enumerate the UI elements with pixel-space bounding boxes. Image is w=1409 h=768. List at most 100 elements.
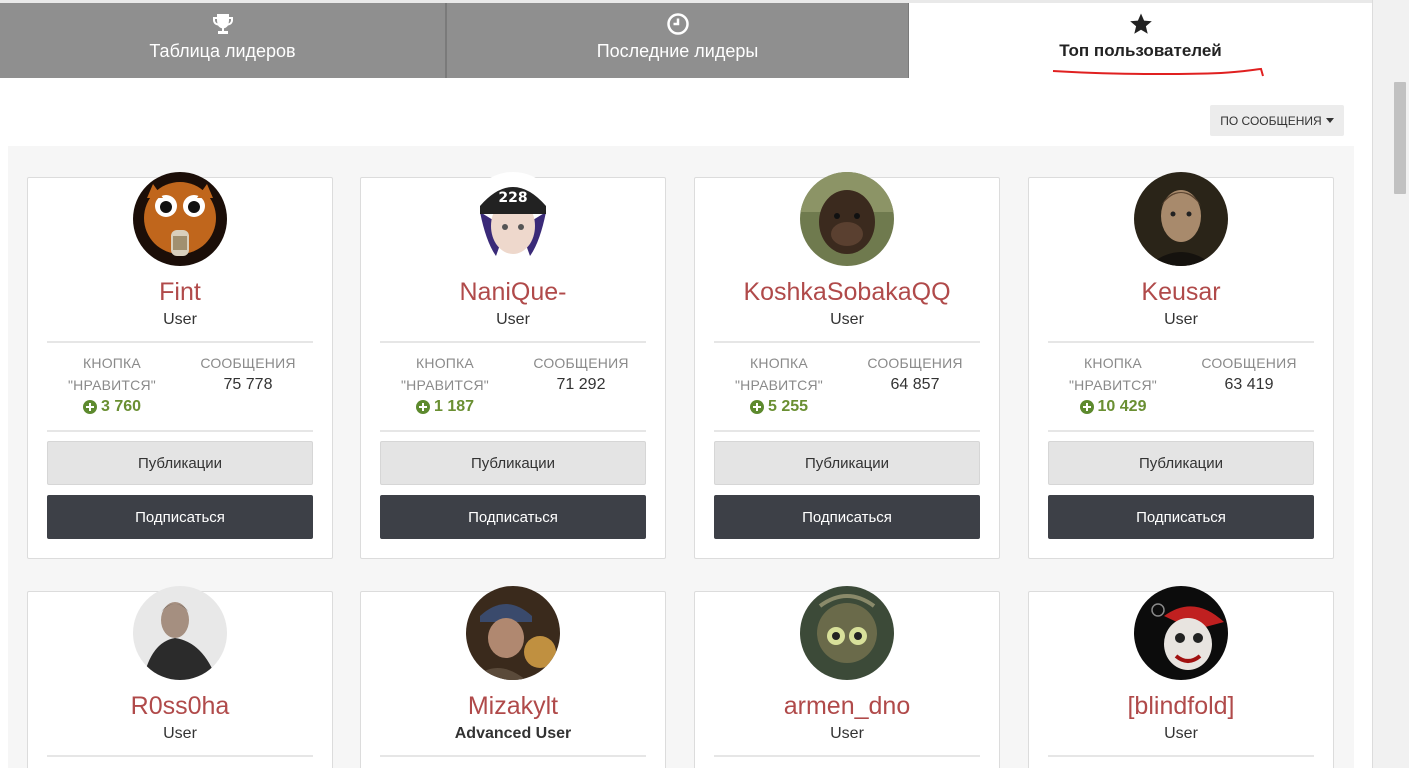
likes-count: 5 255: [767, 398, 809, 415]
divider: [47, 430, 313, 432]
username[interactable]: Mizakylt: [361, 692, 665, 721]
likes-label: КНОПКА: [1084, 355, 1142, 371]
likes-label: КНОПКА: [750, 355, 808, 371]
avatar[interactable]: 228: [466, 172, 560, 266]
tab-top-users[interactable]: Топ пользователей: [909, 3, 1372, 78]
clock-icon: [666, 13, 689, 35]
divider: [1048, 341, 1314, 343]
posts-count: 63 419: [1224, 376, 1274, 393]
divider: [1048, 755, 1314, 757]
posts-stat: СООБЩЕНИЯ 63 419: [1184, 352, 1314, 396]
vertical-scrollbar[interactable]: [1372, 0, 1409, 768]
user-role: User: [830, 725, 864, 742]
tab-label: Последние лидеры: [596, 41, 759, 61]
likes-count: 1 187: [433, 398, 475, 415]
likes-label: "НРАВИТСЯ": [735, 377, 823, 393]
user-role: User: [830, 311, 864, 328]
user-card: Keusar User КНОПКА "НРАВИТСЯ" 10 429 СОО…: [1028, 172, 1334, 559]
posts-count: 64 857: [890, 376, 940, 393]
likes-label: "НРАВИТСЯ": [68, 377, 156, 393]
tab-leaderboard[interactable]: Таблица лидеров: [0, 3, 447, 78]
sort-label: ПО СООБЩЕНИЯ: [1220, 113, 1322, 128]
user-card: armen_dno User: [694, 586, 1000, 768]
divider: [1048, 430, 1314, 432]
username[interactable]: R0ss0ha: [28, 692, 332, 721]
subscribe-button[interactable]: Подписаться: [714, 495, 980, 539]
username[interactable]: Keusar: [1029, 278, 1333, 307]
sort-dropdown-button[interactable]: ПО СООБЩЕНИЯ: [1210, 105, 1344, 136]
scrollbar-thumb[interactable]: [1394, 82, 1406, 194]
user-role: User: [1164, 311, 1198, 328]
subscribe-button[interactable]: Подписаться: [1048, 495, 1314, 539]
divider: [380, 755, 646, 757]
leaderboard-tabs: Таблица лидеров Последние лидеры Топ пол…: [0, 3, 1372, 78]
user-card: [blindfold] User: [1028, 586, 1334, 768]
scrollbar-border: [1372, 0, 1373, 768]
divider: [714, 430, 980, 432]
star-icon: [1129, 13, 1152, 34]
avatar[interactable]: [800, 172, 894, 266]
tab-label: Топ пользователей: [1059, 41, 1222, 60]
plus-circle-icon: [82, 400, 97, 414]
tab-label: Таблица лидеров: [149, 41, 296, 61]
divider: [380, 430, 646, 432]
likes-label: "НРАВИТСЯ": [401, 377, 489, 393]
svg-text:228: 228: [498, 190, 527, 206]
publications-button[interactable]: Публикации: [380, 441, 646, 485]
username[interactable]: KoshkaSobakaQQ: [695, 278, 999, 307]
user-role: User: [1164, 725, 1198, 742]
plus-circle-icon: [1079, 400, 1094, 414]
likes-count: 3 760: [100, 398, 142, 415]
likes-stat: КНОПКА "НРАВИТСЯ" 5 255: [714, 352, 844, 418]
publications-button[interactable]: Публикации: [47, 441, 313, 485]
user-card: 228 NaniQue- User КНОПКА "НРАВИТСЯ" 1 18…: [360, 172, 666, 559]
avatar[interactable]: [1134, 586, 1228, 680]
divider: [714, 341, 980, 343]
trophy-icon: [212, 14, 233, 34]
likes-stat: КНОПКА "НРАВИТСЯ" 3 760: [47, 352, 177, 418]
posts-count: 75 778: [223, 376, 273, 393]
user-card: R0ss0ha User: [27, 586, 333, 768]
user-role: Advanced User: [454, 725, 572, 742]
username[interactable]: NaniQue-: [361, 278, 665, 307]
publications-button[interactable]: Публикации: [714, 441, 980, 485]
divider: [47, 755, 313, 757]
posts-count: 71 292: [556, 376, 606, 393]
app-window: Таблица лидеров Последние лидеры Топ пол…: [0, 0, 1409, 768]
divider: [380, 341, 646, 343]
likes-count: 10 429: [1097, 398, 1147, 415]
user-card: KoshkaSobakaQQ User КНОПКА "НРАВИТСЯ" 5 …: [694, 172, 1000, 559]
plus-circle-icon: [749, 400, 764, 414]
red-underline-annotation: [1052, 67, 1264, 77]
posts-stat: СООБЩЕНИЯ 75 778: [183, 352, 313, 396]
likes-stat: КНОПКА "НРАВИТСЯ" 10 429: [1048, 352, 1178, 418]
caret-down-icon: [1325, 118, 1334, 123]
divider: [47, 341, 313, 343]
posts-label: СООБЩЕНИЯ: [867, 355, 963, 371]
username[interactable]: [blindfold]: [1029, 692, 1333, 721]
user-card: Fint User КНОПКА "НРАВИТСЯ" 3 760 СООБЩЕ…: [27, 172, 333, 559]
subscribe-button[interactable]: Подписаться: [47, 495, 313, 539]
posts-label: СООБЩЕНИЯ: [200, 355, 296, 371]
avatar[interactable]: [466, 586, 560, 680]
avatar[interactable]: [1134, 172, 1228, 266]
subscribe-button[interactable]: Подписаться: [380, 495, 646, 539]
avatar[interactable]: [133, 586, 227, 680]
posts-stat: СООБЩЕНИЯ 64 857: [850, 352, 980, 396]
likes-stat: КНОПКА "НРАВИТСЯ" 1 187: [380, 352, 510, 418]
tab-recent-leaders[interactable]: Последние лидеры: [447, 3, 909, 78]
user-card: Mizakylt Advanced User: [360, 586, 666, 768]
avatar[interactable]: [800, 586, 894, 680]
posts-stat: СООБЩЕНИЯ 71 292: [516, 352, 646, 396]
username[interactable]: armen_dno: [695, 692, 999, 721]
publications-button[interactable]: Публикации: [1048, 441, 1314, 485]
user-role: User: [163, 725, 197, 742]
posts-label: СООБЩЕНИЯ: [1201, 355, 1297, 371]
likes-label: "НРАВИТСЯ": [1069, 377, 1157, 393]
username[interactable]: Fint: [28, 278, 332, 307]
user-role: User: [496, 311, 530, 328]
plus-circle-icon: [415, 400, 430, 414]
avatar[interactable]: [133, 172, 227, 266]
likes-label: КНОПКА: [83, 355, 141, 371]
user-role: User: [163, 311, 197, 328]
